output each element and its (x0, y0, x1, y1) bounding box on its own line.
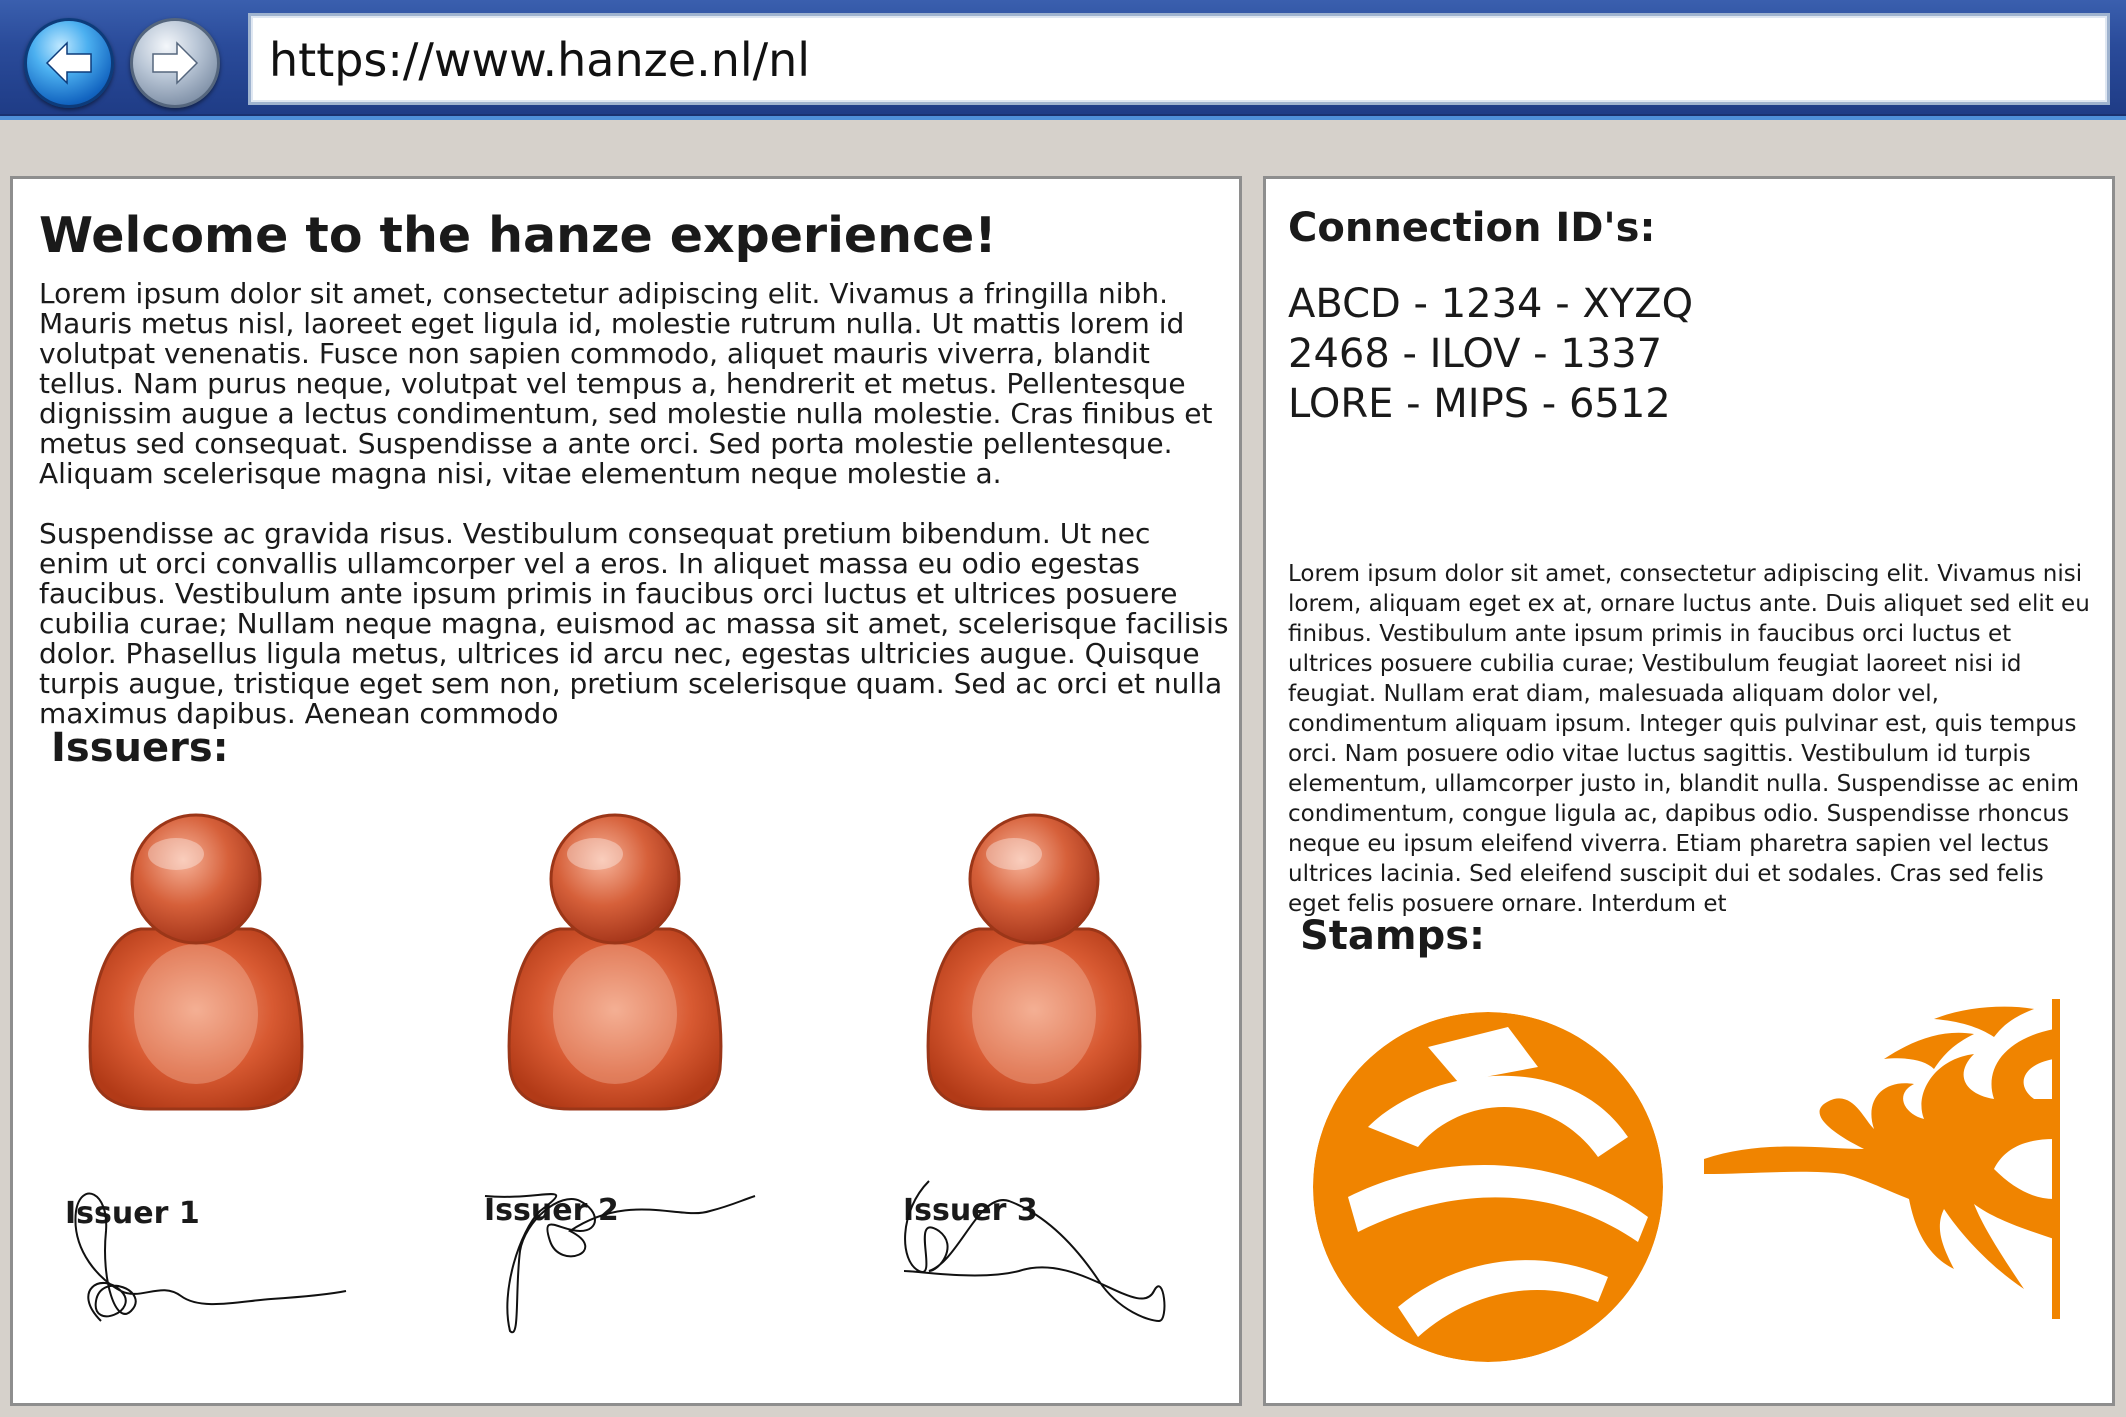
signature-image (484, 1193, 756, 1334)
signature-image (74, 1192, 347, 1322)
stamps-heading: Stamps: (1300, 913, 1486, 959)
user-avatar-icon (507, 813, 723, 1111)
signature-image (903, 1180, 1166, 1323)
browser-toolbar (0, 0, 2126, 120)
connection-id: LORE - MIPS - 6512 (1288, 381, 1671, 427)
forward-arrow-icon (152, 41, 199, 85)
hanze-logo-stamp (1313, 1012, 1663, 1362)
issuers-heading: Issuers: (51, 725, 229, 771)
connection-ids-heading: Connection ID's: (1288, 205, 1656, 251)
issuer-card-1[interactable]: Issuer 1 (31, 809, 351, 1409)
user-avatar-icon (88, 813, 304, 1111)
connection-id-list: ABCD - 1234 - XYZQ 2468 - ILOV - 1337 LO… (1288, 279, 1693, 429)
address-bar[interactable] (248, 13, 2110, 105)
back-button[interactable] (24, 18, 114, 108)
main-panel: Welcome to the hanze experience! Lorem i… (10, 176, 1242, 1406)
intro-paragraph-2: Suspendisse ac gravida risus. Vestibulum… (39, 517, 1229, 730)
page-title: Welcome to the hanze experience! (39, 207, 997, 264)
forward-button[interactable] (130, 18, 220, 108)
sidebar-panel: Connection ID's: ABCD - 1234 - XYZQ 2468… (1263, 176, 2115, 1406)
flame-ornament-stamp (1704, 999, 2060, 1319)
connection-id: ABCD - 1234 - XYZQ (1288, 281, 1694, 327)
issuer-card-3[interactable]: Issuer 3 (869, 809, 1189, 1409)
sidebar-paragraph: Lorem ipsum dolor sit amet, consectetur … (1288, 561, 2090, 917)
user-avatar-icon (926, 813, 1142, 1111)
connection-id: 2468 - ILOV - 1337 (1288, 331, 1663, 377)
url-input[interactable] (267, 16, 2071, 104)
intro-paragraph-1: Lorem ipsum dolor sit amet, consectetur … (39, 277, 1213, 490)
issuer-card-2[interactable]: Issuer 2 (450, 809, 770, 1409)
back-arrow-icon (45, 41, 92, 85)
